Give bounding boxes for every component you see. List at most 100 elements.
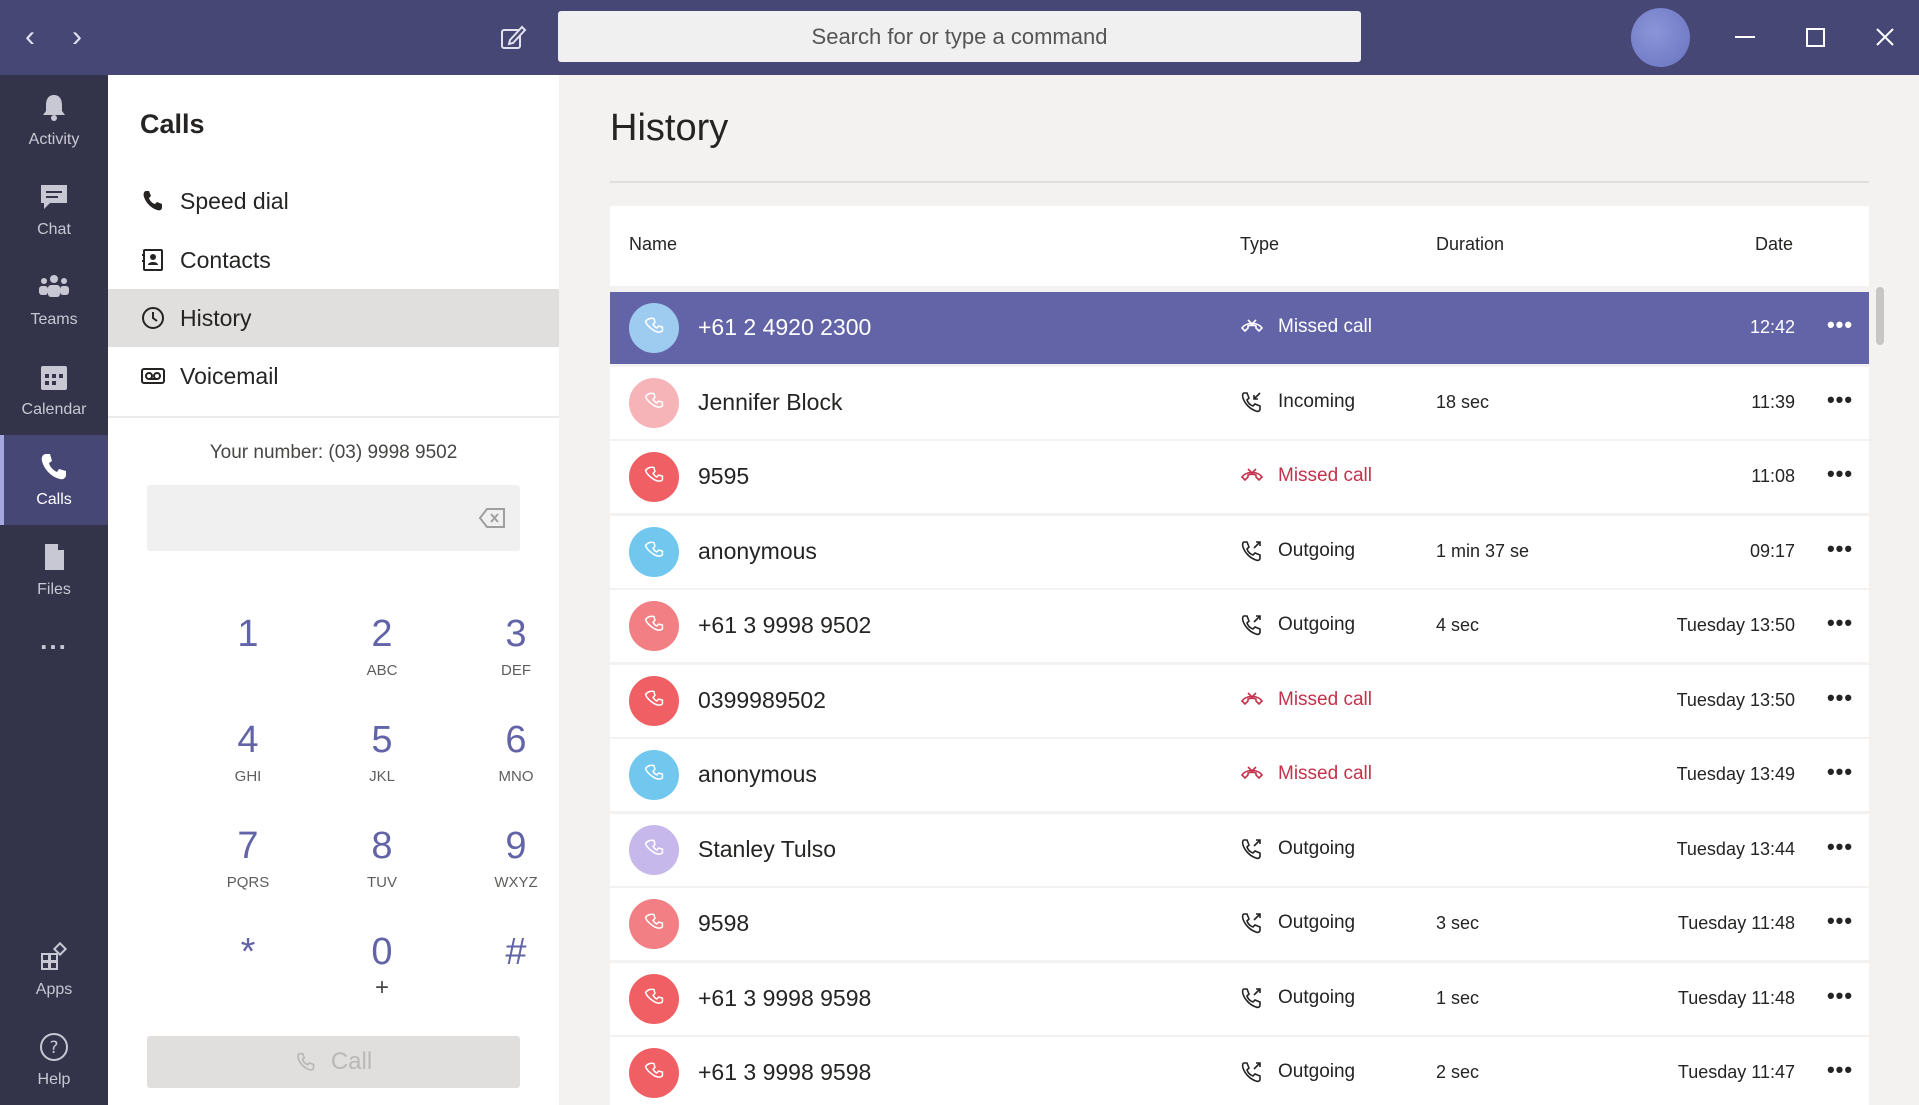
call-duration: 1 sec [1436,987,1480,1008]
dial-key-star[interactable]: * [198,930,298,1020]
more-options-icon[interactable]: ••• [1823,461,1857,491]
table-row[interactable]: anonymous Missed call Tuesday 13:49 ••• [610,739,1869,811]
table-row[interactable]: +61 2 4920 2300 Missed call 12:42 ••• [610,292,1869,364]
call-duration: 2 sec [1436,1062,1480,1082]
contact-name: anonymous [698,761,817,787]
avatar [629,824,679,875]
avatar [629,899,679,949]
compose-icon[interactable] [498,22,528,52]
dial-key-1[interactable]: 1 [198,612,298,702]
avatar [629,1048,679,1098]
table-row[interactable]: +61 3 9998 9598 Outgoing 2 sec Tuesday 11:4… [610,1037,1869,1105]
rail-item-activity[interactable]: Activity [0,75,108,165]
more-options-icon[interactable]: ••• [1823,759,1857,789]
calls-panel: Calls Speed dial Contacts History Voicem… [108,75,559,1105]
dial-key-hash[interactable]: # [466,930,566,1020]
table-row[interactable]: Jennifer Block Incoming 18 sec 11:39 ••• [610,366,1869,439]
menu-item-speed-dial[interactable]: Speed dial [108,172,559,230]
profile-avatar[interactable] [1631,8,1690,67]
phone-icon [644,690,664,706]
contact-card-icon [142,249,163,271]
rail-item-calls[interactable]: Calls [0,435,108,525]
incoming-call-icon [1241,391,1261,412]
dial-key-2[interactable]: 2 ABC [332,612,432,702]
more-options-icon[interactable]: ••• [1823,983,1857,1013]
key-letters: MNO [498,768,534,785]
column-header-duration[interactable]: Duration [1436,234,1504,255]
backspace-icon[interactable] [478,507,506,529]
rail-item-teams[interactable]: Teams [0,255,108,345]
more-options-icon[interactable]: ••• [1823,387,1857,417]
dial-key-3[interactable]: 3 DEF [466,612,566,702]
voicemail-icon [141,368,165,384]
dial-key-4[interactable]: 4 GHI [198,718,298,808]
phone-icon [644,1062,664,1078]
more-options-icon[interactable]: ••• [1823,685,1857,715]
dial-key-9[interactable]: 9 WXYZ [466,824,566,914]
key-letters: DEF [501,662,531,679]
rail-label: Files [37,581,71,598]
table-row[interactable]: Stanley Tulso Outgoing Tuesday 13:44 ••• [610,813,1869,886]
menu-item-history[interactable]: History [108,289,559,347]
dial-input[interactable] [147,485,520,551]
dial-key-6[interactable]: 6 MNO [466,718,566,808]
more-options-icon[interactable]: ••• [1823,312,1857,342]
call-date: Tuesday 13:49 [1676,764,1795,784]
table-row[interactable]: +61 3 9998 9502 Outgoing 4 sec Tuesday 13:5… [610,590,1869,662]
column-header-name[interactable]: Name [629,234,677,255]
chat-icon [41,185,67,209]
rail-item-help[interactable]: ? Help [0,1015,108,1105]
rail-label: Calls [36,491,72,508]
contact-name: 9598 [698,910,750,936]
column-header-type[interactable]: Type [1240,234,1279,255]
more-options-icon[interactable]: ••• [1823,834,1857,864]
dial-key-7[interactable]: 7 PQRS [198,824,298,914]
dial-key-5[interactable]: 5 JKL [332,718,432,808]
table-row[interactable]: +61 3 9998 9598 Outgoing 1 sec Tuesday 11:4… [610,962,1869,1035]
call-type: Incoming [1240,391,1355,413]
menu-item-contacts[interactable]: Contacts [108,231,559,289]
column-header-date[interactable]: Date [1755,234,1793,255]
key-digit: 3 [505,613,527,655]
rail-item-chat[interactable]: Chat [0,165,108,255]
menu-item-voicemail[interactable]: Voicemail [108,347,559,405]
table-row[interactable]: 9598 Outgoing 3 sec Tuesday 11:48 ••• [610,888,1869,960]
call-duration: 18 sec [1436,391,1490,412]
table-row[interactable]: 0399989502 Missed call Tuesday 13:50 ••• [610,664,1869,737]
key-letters: TUV [367,874,397,891]
contact-name: 0399989502 [698,686,826,713]
call-type: Outgoing [1240,614,1355,636]
table-row[interactable]: anonymous Outgoing 1 min 37 se 09:17 ••• [610,515,1869,588]
more-options-icon[interactable]: ••• [1823,610,1857,640]
forward-arrow-icon[interactable]: › [62,22,92,52]
file-icon [45,544,64,570]
back-arrow-icon[interactable]: ‹ [15,22,45,52]
call-type-label: Missed call [1278,763,1372,784]
dial-key-8[interactable]: 8 TUV [332,824,432,914]
call-button[interactable]: Call [147,1036,520,1088]
scrollbar-thumb[interactable] [1876,287,1884,345]
help-icon: ? [40,1033,68,1061]
rail-item-calendar[interactable]: Calendar [0,345,108,435]
avatar [629,750,679,800]
menu-label: Speed dial [180,187,289,214]
maximize-icon[interactable] [1796,18,1834,56]
dial-key-0[interactable]: 0 + [332,930,432,1020]
rail-item-apps[interactable]: Apps [0,925,108,1015]
phone-icon [644,317,664,333]
key-letters: ABC [366,662,398,679]
close-icon[interactable] [1866,18,1904,56]
minimize-icon[interactable] [1726,18,1764,56]
rail-item-files[interactable]: Files [0,525,108,615]
phone-icon [297,1052,315,1071]
more-options-icon[interactable]: ••• [1823,1057,1857,1087]
call-duration: 3 sec [1436,913,1480,933]
outgoing-call-icon [1241,615,1261,636]
call-date: Tuesday 11:47 [1677,1062,1795,1082]
more-options-icon[interactable]: ••• [1823,536,1857,566]
table-row[interactable]: 9595 Missed call 11:08 ••• [610,441,1869,513]
search-input[interactable]: Search for or type a command [558,11,1361,62]
call-type-label: Outgoing [1278,539,1356,561]
more-options-icon[interactable]: ••• [1823,908,1857,938]
rail-item-more[interactable]: ... [0,615,108,685]
